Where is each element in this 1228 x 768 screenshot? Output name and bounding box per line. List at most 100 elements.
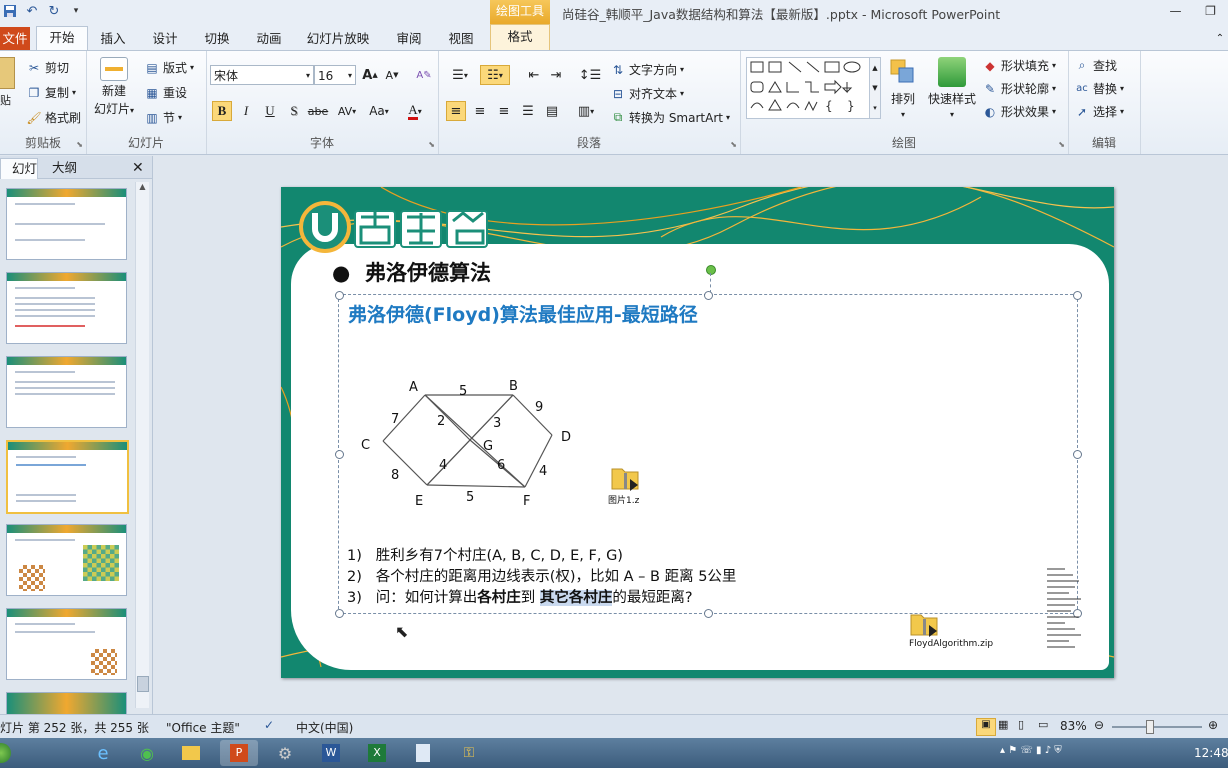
text-direction-button[interactable]: ⇅ 文字方向 ▾ — [610, 61, 684, 78]
tab-file[interactable]: 文件 — [0, 27, 30, 50]
arrange-button[interactable]: 排列 ▾ — [888, 57, 918, 119]
spellcheck-icon[interactable]: ✓ — [264, 718, 274, 732]
grow-font-button[interactable]: A ▲ — [360, 65, 380, 85]
tab-slides[interactable]: 幻灯片 — [0, 158, 38, 179]
dialog-launcher-icon[interactable]: ⬊ — [1058, 140, 1065, 149]
browser-icon[interactable]: ◉ — [128, 740, 166, 766]
bullets-button[interactable]: ☰ ▾ — [446, 65, 474, 85]
copy-button[interactable]: ❐ 复制 ▾ — [26, 84, 76, 101]
restore-button[interactable]: ❐ — [1193, 0, 1228, 22]
columns-button[interactable]: ▥ ▾ — [572, 101, 600, 121]
slide-thumbnail[interactable] — [6, 524, 127, 596]
bold-button[interactable]: B — [212, 101, 232, 121]
shape-outline-button[interactable]: ✎ 形状轮廓 ▾ — [982, 80, 1056, 97]
clear-format-icon[interactable]: A✎ — [414, 65, 434, 85]
slide-thumbnail[interactable] — [6, 356, 127, 428]
tab-format[interactable]: 格式 — [490, 24, 550, 51]
paste-button[interactable]: 粘贴 — [0, 57, 15, 108]
notepad-icon[interactable] — [404, 740, 442, 766]
slide-thumbnail[interactable] — [6, 272, 127, 344]
shapes-gallery[interactable]: {} — [746, 57, 870, 119]
tab-design[interactable]: 设计 — [150, 28, 180, 50]
increase-indent-icon[interactable]: ⇥ — [546, 65, 566, 85]
dialog-launcher-icon[interactable]: ⬊ — [76, 140, 83, 149]
thumbnails-scrollbar[interactable]: ▲ — [135, 182, 149, 708]
align-left-button[interactable]: ≡ — [446, 101, 466, 121]
tab-transitions[interactable]: 切换 — [202, 28, 232, 50]
zoom-slider-thumb[interactable] — [1145, 720, 1154, 734]
replace-button[interactable]: ac 替换 ▾ — [1074, 80, 1124, 97]
slide-title[interactable]: ● 弗洛伊德算法 — [332, 257, 491, 287]
tab-home[interactable]: 开始 — [36, 26, 88, 51]
rotation-handle[interactable] — [706, 265, 716, 275]
format-painter-button[interactable]: 🖌 格式刷 — [26, 109, 81, 126]
cut-button[interactable]: ✂ 剪切 — [26, 59, 69, 76]
reset-button[interactable]: ▦ 重设 — [144, 84, 187, 101]
underline-button[interactable]: U — [260, 101, 280, 121]
character-spacing-button[interactable]: AV ▾ — [334, 101, 360, 121]
distributed-icon[interactable]: ▤ — [542, 101, 562, 121]
scroll-thumb[interactable] — [137, 676, 149, 692]
dialog-launcher-icon[interactable]: ⬊ — [428, 140, 435, 149]
align-text-button[interactable]: ⊟ 对齐文本 ▾ — [610, 85, 684, 102]
new-slide-button[interactable]: 新建 幻灯片▾ — [94, 57, 134, 117]
reading-view-icon[interactable]: ▯ — [1018, 718, 1024, 731]
tray-icons[interactable]: ▴ ⚑ ☏ ▮ ♪ ⛨ — [1000, 745, 1062, 756]
resize-handle[interactable] — [704, 609, 713, 618]
font-name-field[interactable]: 宋体 ▾ — [210, 65, 314, 85]
word-taskbar-icon[interactable]: W — [312, 740, 350, 766]
shape-effects-button[interactable]: ◐ 形状效果 ▾ — [982, 103, 1056, 120]
tab-insert[interactable]: 插入 — [98, 28, 128, 50]
powerpoint-taskbar-icon[interactable]: P — [220, 740, 258, 766]
find-button[interactable]: ⌕ 查找 — [1074, 57, 1117, 74]
redo-icon[interactable]: ↻ — [46, 3, 62, 19]
change-case-button[interactable]: Aa ▾ — [366, 101, 392, 121]
numbering-button[interactable]: ☷ ▾ — [480, 65, 510, 85]
align-center-icon[interactable]: ≡ — [470, 101, 490, 121]
decrease-indent-icon[interactable]: ⇤ — [524, 65, 544, 85]
shape-fill-button[interactable]: ◆ 形状填充 ▾ — [982, 57, 1056, 74]
tab-review[interactable]: 审阅 — [394, 28, 424, 50]
shadow-button[interactable]: S — [284, 101, 304, 121]
normal-view-icon[interactable]: ▣ — [976, 718, 996, 736]
tab-outline[interactable]: 大纲 — [52, 158, 82, 178]
dialog-launcher-icon[interactable]: ⬊ — [730, 140, 737, 149]
zip-file-icon[interactable]: 图片1.z — [608, 465, 640, 506]
tab-slideshow[interactable]: 幻灯片放映 — [306, 28, 370, 50]
scroll-up-icon[interactable]: ▲ — [136, 182, 149, 191]
slide[interactable]: ● 弗洛伊德算法 弗洛伊德(Floyd)算法最佳应用-最短路径 A B C D … — [281, 187, 1114, 678]
zoom-level[interactable]: 83% — [1060, 719, 1087, 733]
font-color-button[interactable]: A ▾ — [402, 101, 428, 121]
slideshow-icon[interactable]: ▭ — [1038, 718, 1048, 731]
resize-handle[interactable] — [335, 609, 344, 618]
excel-taskbar-icon[interactable]: X — [358, 740, 396, 766]
close-pane-icon[interactable]: ✕ — [132, 158, 146, 178]
language[interactable]: 中文(中国) — [296, 719, 353, 736]
slide-thumbnail[interactable] — [6, 608, 127, 680]
tab-view[interactable]: 视图 — [446, 28, 476, 50]
resize-handle[interactable] — [1073, 450, 1082, 459]
italic-button[interactable]: I — [236, 101, 256, 121]
collapse-ribbon-icon[interactable]: ⌃ — [1212, 28, 1228, 50]
undo-icon[interactable]: ↶ — [24, 3, 40, 19]
app-icon[interactable]: ⚙ — [266, 740, 304, 766]
slide-sorter-icon[interactable]: ▦ — [998, 718, 1008, 731]
zoom-out-icon[interactable]: ⊖ — [1094, 718, 1104, 732]
zoom-slider[interactable] — [1112, 726, 1202, 728]
strikethrough-button[interactable]: abe — [306, 101, 330, 121]
tool-icon[interactable]: ⚿ — [450, 740, 488, 766]
resize-handle[interactable] — [335, 450, 344, 459]
convert-smartart-button[interactable]: ⧉ 转换为 SmartArt ▾ — [610, 109, 730, 126]
align-right-icon[interactable]: ≡ — [494, 101, 514, 121]
tab-animations[interactable]: 动画 — [254, 28, 284, 50]
resize-handle[interactable] — [704, 291, 713, 300]
ie-icon[interactable]: e — [84, 740, 122, 766]
select-button[interactable]: ➚ 选择 ▾ — [1074, 103, 1124, 120]
shrink-font-button[interactable]: A ▼ — [382, 65, 402, 85]
line-spacing-button[interactable]: ↕☰ — [576, 65, 604, 85]
slide-thumbnail-selected[interactable] — [6, 440, 129, 514]
zoom-in-icon[interactable]: ⊕ — [1208, 718, 1218, 732]
quick-styles-button[interactable]: 快速样式 ▾ — [928, 57, 976, 119]
layout-button[interactable]: ▤ 版式 ▾ — [144, 59, 194, 76]
justify-icon[interactable]: ☰ — [518, 101, 538, 121]
